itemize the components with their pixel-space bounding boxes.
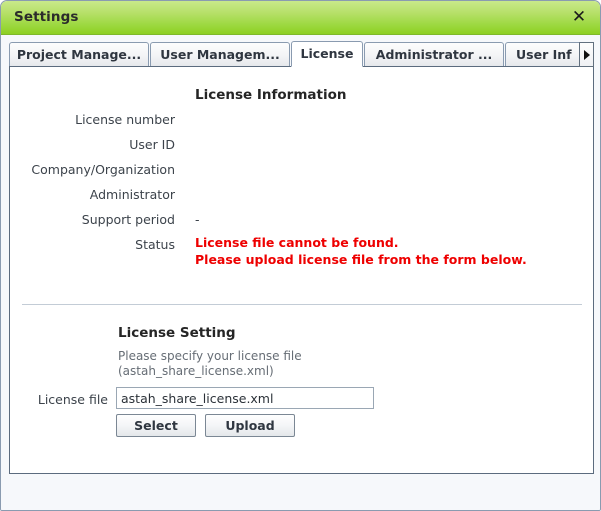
tab-administrator[interactable]: Administrator ...	[364, 42, 504, 67]
status-message-line2: Please upload license file from the form…	[195, 252, 527, 267]
license-setting-title: License Setting	[118, 325, 236, 341]
row-user-id: User ID	[10, 137, 593, 159]
tab-scroll-right-button[interactable]	[579, 42, 594, 67]
license-setting-help-line1: Please specify your license file	[118, 349, 302, 363]
license-file-input[interactable]	[116, 387, 374, 409]
license-setting-help-line2: (astah_share_license.xml)	[118, 364, 274, 378]
row-support-period: Support period -	[10, 212, 593, 234]
dialog-footer: Close	[1, 475, 600, 510]
label-license-file: License file	[37, 392, 108, 407]
tab-strip: Project Manage... User Managem... Licens…	[9, 41, 594, 67]
label-company-organization: Company/Organization	[31, 162, 175, 177]
upload-button[interactable]: Upload	[205, 414, 295, 437]
label-license-number: License number	[75, 112, 175, 127]
label-support-period: Support period	[81, 212, 175, 227]
chevron-right-icon	[584, 50, 590, 60]
settings-dialog: Settings ✕ Project Manage... User Manage…	[0, 0, 601, 511]
row-administrator: Administrator	[10, 187, 593, 209]
select-button[interactable]: Select	[116, 414, 196, 437]
label-status: Status	[135, 237, 175, 252]
title-bar: Settings ✕	[1, 1, 600, 35]
license-tab-panel: License Information License number User …	[9, 66, 594, 474]
window-title: Settings	[14, 9, 79, 25]
close-icon[interactable]: ✕	[568, 7, 590, 29]
row-status: Status License file cannot be found. Ple…	[10, 235, 593, 277]
section-divider	[22, 304, 582, 305]
tab-user-management[interactable]: User Managem...	[150, 42, 290, 67]
status-message-line1: License file cannot be found.	[195, 235, 399, 250]
row-company-organization: Company/Organization	[10, 162, 593, 184]
label-administrator: Administrator	[89, 187, 175, 202]
tab-license[interactable]: License	[291, 41, 363, 67]
label-user-id: User ID	[129, 137, 175, 152]
row-license-number: License number	[10, 112, 593, 134]
tab-project-management[interactable]: Project Manage...	[9, 42, 149, 67]
license-information-title: License Information	[195, 87, 347, 103]
value-support-period: -	[195, 212, 200, 227]
